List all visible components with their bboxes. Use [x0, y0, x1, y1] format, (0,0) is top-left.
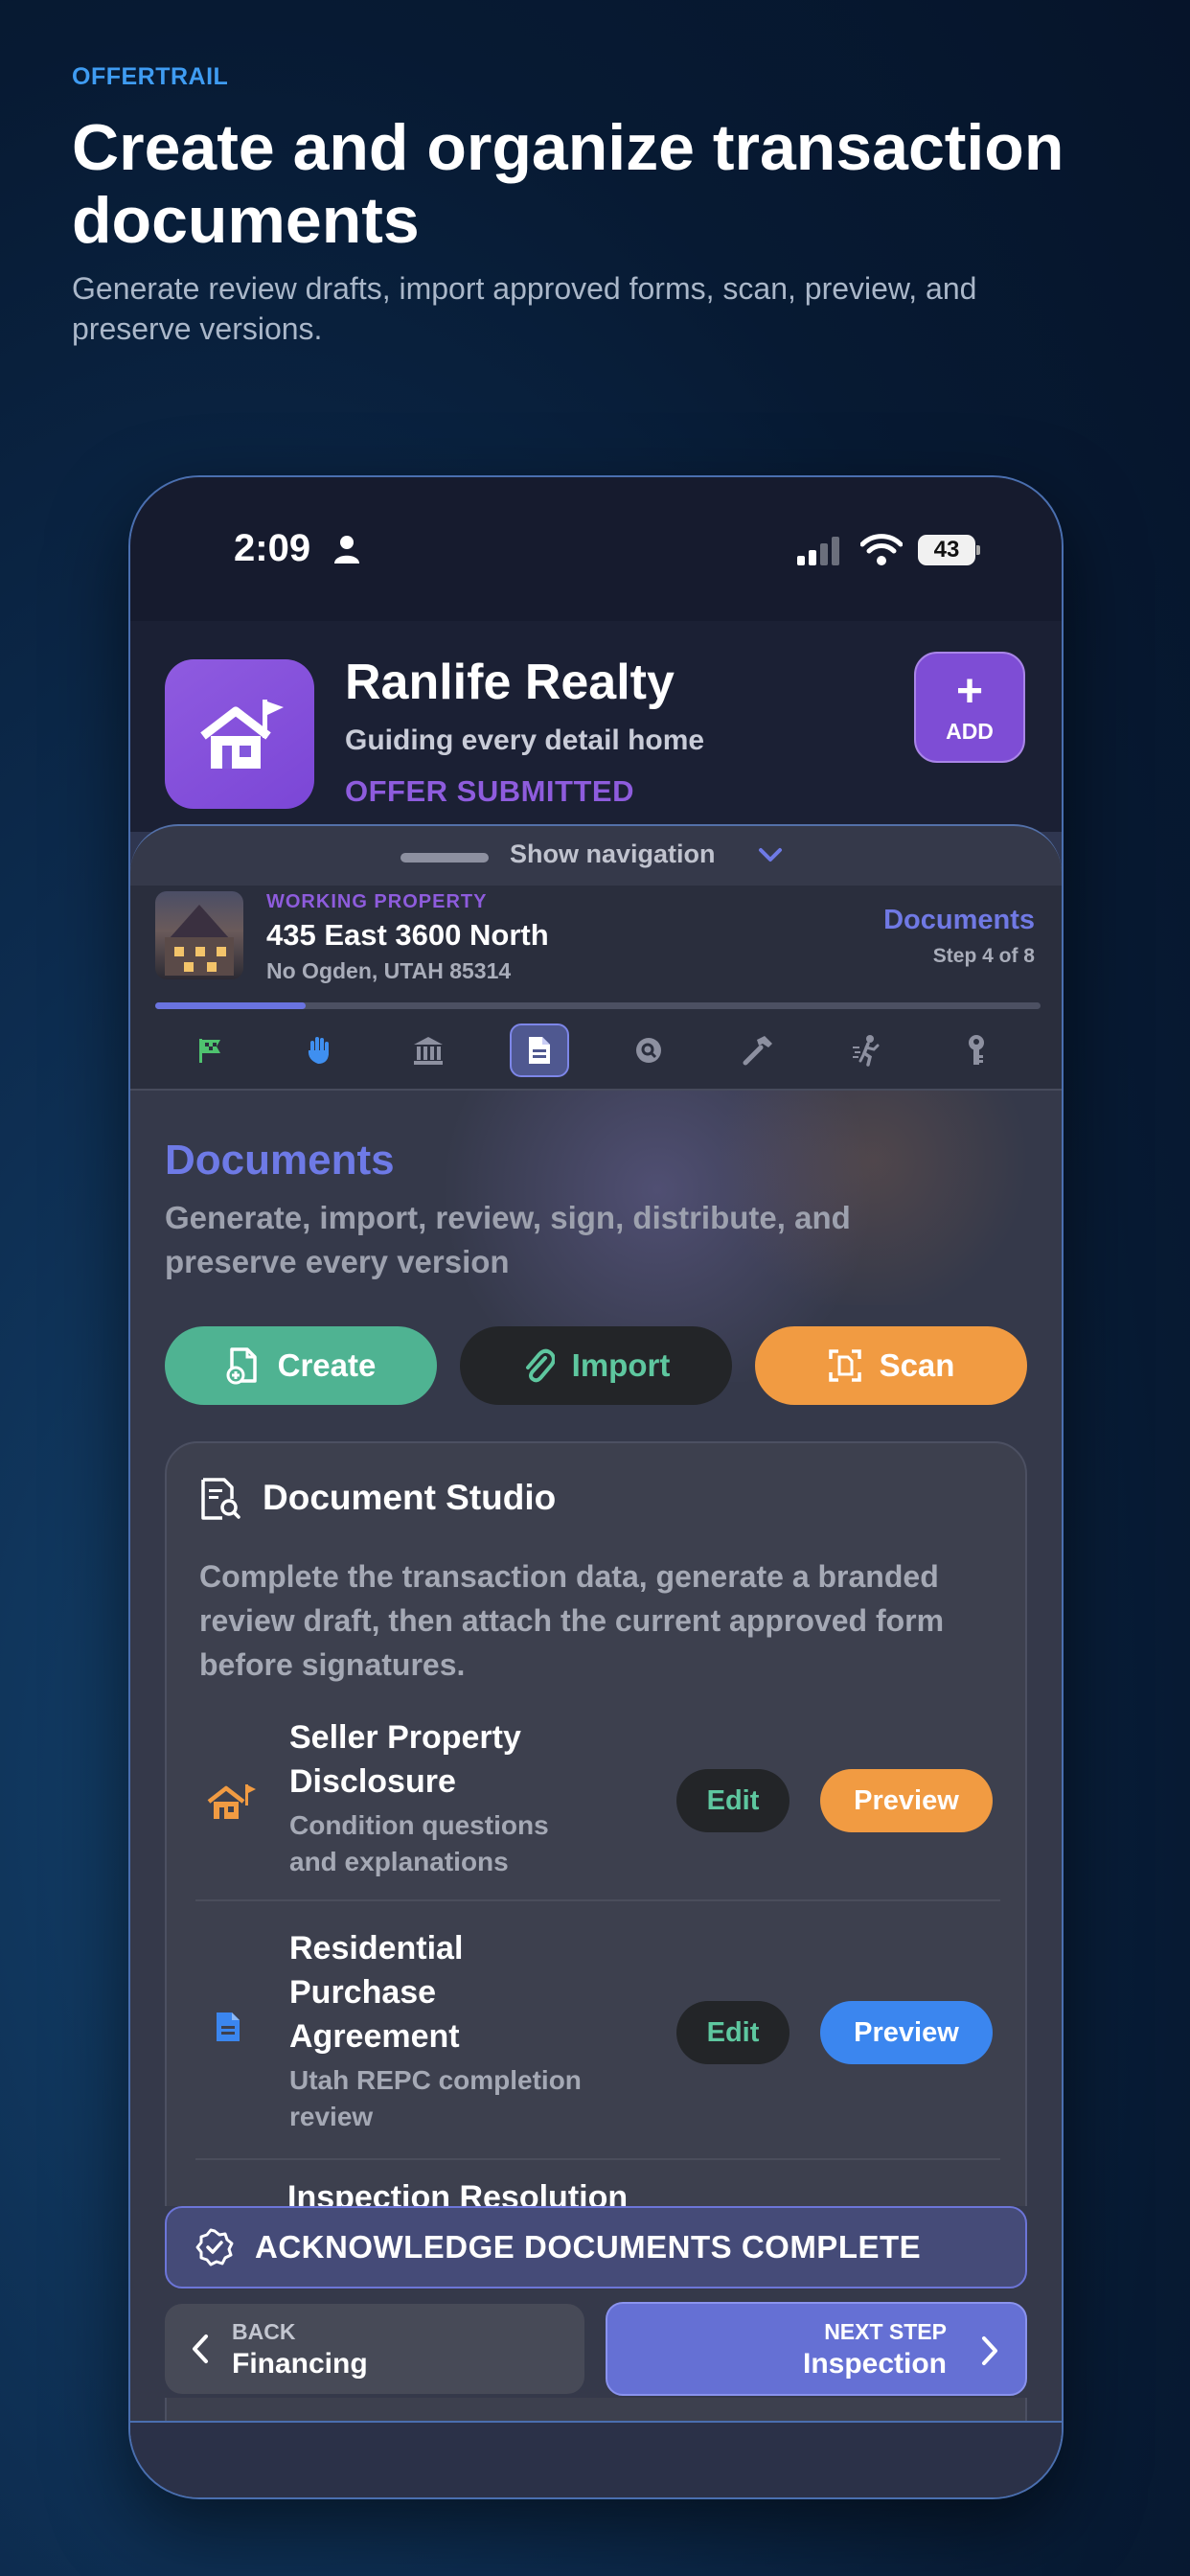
- add-document-icon: [226, 1347, 257, 1385]
- back-button[interactable]: BACK Financing: [165, 2304, 584, 2394]
- scan-button[interactable]: Scan: [755, 1326, 1027, 1405]
- property-photo: [155, 891, 243, 979]
- house-flag-icon: [200, 700, 284, 769]
- document-title: Seller Property Disclosure: [289, 1719, 521, 1800]
- next-label: Inspection: [802, 2348, 947, 2380]
- person-icon: [334, 536, 359, 564]
- divider: [195, 1899, 1000, 1901]
- edit-button[interactable]: Edit: [676, 1769, 790, 1832]
- status-bar: 2:09 43: [130, 477, 1062, 621]
- import-label: Import: [571, 1347, 671, 1383]
- step-tab-financing[interactable]: [399, 1024, 458, 1077]
- add-label: ADD: [946, 719, 994, 744]
- content-sheet: Show navigation WORKING PROPERTY 435 Eas…: [130, 824, 1062, 2497]
- divider: [195, 2158, 1000, 2160]
- hammer-icon: [743, 1036, 772, 1066]
- flag-icon: [199, 1039, 220, 1063]
- document-subtitle: Condition questions and explanations: [289, 1810, 549, 1876]
- sheet-handle[interactable]: [400, 853, 489, 862]
- current-section: Documents: [883, 905, 1035, 935]
- back-kicker: BACK: [232, 2319, 296, 2344]
- document-row: Seller Property Disclosure Condition que…: [195, 1715, 1000, 1888]
- key-icon: [969, 1035, 984, 1065]
- app-header: Ranlife Realty Guiding every detail home…: [130, 621, 1062, 832]
- document-row: Residential Purchase Agreement Utah REPC…: [195, 1926, 1000, 2137]
- step-tabs: [130, 1018, 1062, 1091]
- paperclip-icon: [525, 1348, 555, 1383]
- preview-button[interactable]: Preview: [820, 2001, 993, 2064]
- walk-icon: [853, 1035, 880, 1067]
- acknowledge-label: ACKNOWLEDGE DOCUMENTS COMPLETE: [255, 2229, 922, 2265]
- property-city: No Ogden, UTAH 85314: [266, 958, 512, 983]
- working-property: WORKING PROPERTY 435 East 3600 North No …: [130, 886, 1062, 1020]
- create-label: Create: [277, 1347, 377, 1383]
- search-icon: [636, 1038, 661, 1063]
- step-counter: Step 4 of 8: [932, 945, 1035, 967]
- phone-frame: 2:09 43 Ranlife Realty Guiding every det…: [128, 475, 1064, 2499]
- create-button[interactable]: Create: [165, 1326, 437, 1405]
- badge-check-icon: [195, 2228, 234, 2266]
- app-name: Ranlife Realty: [345, 655, 675, 710]
- scan-icon: [828, 1349, 861, 1382]
- acknowledge-complete-button[interactable]: ACKNOWLEDGE DOCUMENTS COMPLETE: [165, 2206, 1027, 2288]
- next-kicker: NEXT STEP: [824, 2319, 947, 2344]
- step-footer: ACKNOWLEDGE DOCUMENTS COMPLETE BACK Fina…: [130, 2206, 1062, 2398]
- studio-title: Document Studio: [263, 1478, 557, 1517]
- document-icon: [529, 1037, 550, 1064]
- house-flag-icon: [207, 1784, 256, 1819]
- edit-button[interactable]: Edit: [676, 2001, 790, 2064]
- status-time: 2:09: [234, 527, 311, 569]
- phone-bottom-edge: [130, 2421, 1062, 2497]
- step-tab-closing[interactable]: [947, 1024, 1006, 1077]
- progress-fill: [155, 1002, 307, 1009]
- signal-icon: [797, 537, 839, 565]
- property-address: 435 East 3600 North: [266, 918, 549, 952]
- show-navigation-toggle[interactable]: Show navigation: [510, 840, 716, 869]
- bank-icon: [414, 1037, 443, 1065]
- document-subtitle: Utah REPC completion review: [289, 2065, 582, 2131]
- scan-label: Scan: [879, 1347, 955, 1383]
- wifi-icon: [860, 534, 903, 565]
- step-tab-offer[interactable]: [180, 1024, 240, 1077]
- document-title: Residential Purchase Agreement: [289, 1930, 464, 2055]
- document-icon: [217, 2012, 240, 2041]
- hand-icon: [308, 1037, 329, 1064]
- step-tab-repairs[interactable]: [728, 1024, 788, 1077]
- subline: Generate review drafts, import approved …: [72, 271, 977, 346]
- brand-label: OFFERTRAIL: [72, 63, 229, 90]
- offer-status: OFFER SUBMITTED: [345, 774, 634, 808]
- section-description: Generate, import, review, sign, distribu…: [165, 1200, 851, 1279]
- section-title: Documents: [165, 1137, 395, 1184]
- import-button[interactable]: Import: [460, 1326, 732, 1405]
- back-label: Financing: [232, 2348, 368, 2380]
- chevron-down-icon[interactable]: [757, 845, 784, 864]
- property-label: WORKING PROPERTY: [266, 891, 488, 912]
- step-tab-walkthrough[interactable]: [837, 1024, 897, 1077]
- battery-icon: 43: [918, 535, 980, 565]
- battery-level: 43: [918, 535, 975, 565]
- chevron-left-icon: [193, 2334, 208, 2363]
- document-search-icon: [201, 1478, 240, 1520]
- headline: Create and organize transaction document…: [72, 111, 1064, 257]
- app-tagline: Guiding every detail home: [345, 724, 705, 756]
- add-button[interactable]: + ADD: [914, 652, 1025, 763]
- preview-button[interactable]: Preview: [820, 1769, 993, 1832]
- step-tab-negotiation[interactable]: [289, 1024, 349, 1077]
- step-tab-inspection[interactable]: [619, 1024, 678, 1077]
- studio-description: Complete the transaction data, generate …: [199, 1559, 945, 1682]
- step-tab-documents[interactable]: [510, 1024, 569, 1077]
- app-logo: [165, 659, 314, 809]
- plus-icon: +: [955, 666, 984, 717]
- next-step-button[interactable]: NEXT STEP Inspection: [606, 2302, 1027, 2396]
- chevron-right-icon: [982, 2336, 997, 2365]
- progress-bar: [155, 1002, 1041, 1009]
